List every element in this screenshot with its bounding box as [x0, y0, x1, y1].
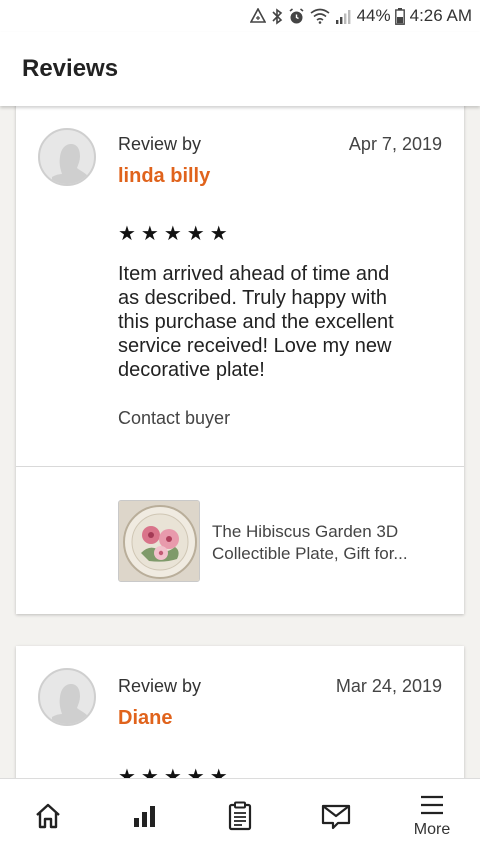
default-avatar-icon: [52, 684, 88, 724]
product-title-line: Collectible Plate, Gift for...: [212, 544, 408, 563]
signal-icon: [335, 9, 350, 24]
nav-stats[interactable]: [96, 779, 192, 853]
nav-orders[interactable]: [192, 779, 288, 853]
wifi-icon: [310, 8, 330, 24]
plate-image: [119, 501, 199, 581]
review-by-label: Review by: [118, 676, 202, 696]
product-title[interactable]: The Hibiscus Garden 3D Collectible Plate…: [212, 521, 452, 565]
page-title: Reviews: [22, 55, 119, 82]
battery-percent: 44%: [356, 6, 391, 25]
home-icon: [36, 803, 60, 829]
product-thumbnail[interactable]: [118, 500, 200, 582]
nav-messages[interactable]: [288, 779, 384, 853]
default-avatar-icon: [52, 144, 88, 184]
battery-icon: [394, 7, 405, 25]
review-text-line: as described. Truly happy with: [118, 287, 388, 309]
contact-buyer-link[interactable]: Contact buyer: [118, 408, 230, 429]
review-card: Review by Mar 24, 2019 Diane ★★★★★: [16, 646, 464, 778]
orders-icon: [228, 801, 252, 831]
clock: 4:26 AM: [409, 6, 472, 25]
review-text: Item arrived ahead of time and as descri…: [118, 262, 448, 382]
review-by-label: Review by: [118, 134, 202, 154]
review-text-line: service received! Love my new: [118, 335, 392, 357]
status-bar: 44% 4:26 AM: [0, 0, 480, 32]
review-text-line: this purchase and the excellent: [118, 311, 394, 333]
app-bar: Reviews: [0, 32, 480, 106]
review-date: Mar 24, 2019: [335, 676, 442, 696]
nav-more-label: More: [413, 821, 451, 838]
data-saver-icon: [249, 8, 266, 23]
star-rating: ★★★★★: [118, 766, 233, 778]
nav-home[interactable]: [0, 779, 96, 853]
product-title-line: The Hibiscus Garden 3D: [212, 522, 399, 541]
avatar[interactable]: [38, 668, 96, 726]
stats-icon: [134, 806, 155, 827]
reviewer-name[interactable]: Diane: [118, 707, 172, 730]
avatar[interactable]: [38, 128, 96, 186]
review-date: Apr 7, 2019: [348, 134, 442, 154]
bottom-nav: More: [0, 778, 480, 853]
star-rating: ★★★★★: [118, 223, 233, 245]
menu-icon: [421, 795, 443, 815]
review-text-line: decorative plate!: [118, 359, 265, 381]
review-text-line: Item arrived ahead of time and: [118, 263, 390, 285]
bluetooth-icon: [272, 7, 282, 25]
status-icons: [249, 7, 351, 25]
reviews-list[interactable]: Review by Apr 7, 2019 linda billy ★★★★★ …: [0, 106, 480, 778]
review-card: Review by Apr 7, 2019 linda billy ★★★★★ …: [16, 106, 464, 614]
reviewer-name[interactable]: linda billy: [118, 165, 210, 188]
divider: [16, 466, 464, 467]
nav-more[interactable]: More: [384, 779, 480, 853]
messages-icon: [321, 804, 351, 830]
alarm-icon: [289, 7, 304, 23]
